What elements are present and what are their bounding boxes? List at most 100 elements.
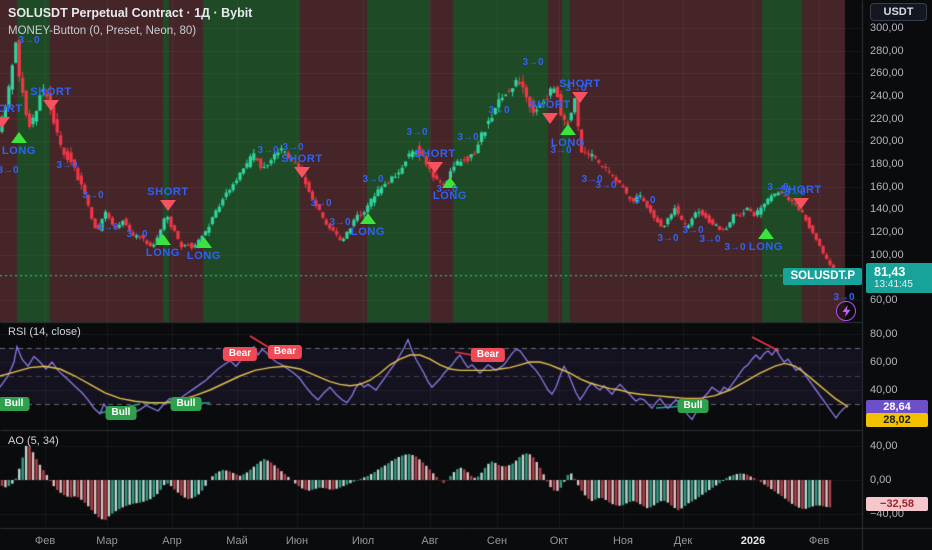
chart-legend: SOLUSDT Perpetual Contract · 1Д · Bybit … (8, 5, 252, 39)
short-signal-icon (294, 167, 310, 178)
rsi-value-tag: 28,64 (866, 400, 928, 414)
long-signal-label: LONG (350, 226, 386, 238)
state-transition-label: 3→0 (0, 165, 19, 176)
state-transition-label: 3→0 (329, 217, 351, 228)
state-transition-label: 3→0 (82, 190, 104, 201)
state-transition-label: 3→0 (310, 198, 332, 209)
state-transition-label: 3→0 (282, 142, 304, 153)
state-transition-label: 3→0 (97, 222, 119, 233)
instant-trade-icon[interactable] (836, 301, 856, 321)
long-signal-icon (560, 124, 576, 135)
state-transition-label: 3→0 (550, 145, 572, 156)
state-transition-label: 3→0 (488, 105, 510, 116)
state-transition-label: 3→0 (784, 187, 806, 198)
chart-title[interactable]: SOLUSDT Perpetual Contract · 1Д · Bybit (8, 5, 252, 22)
long-signal-icon (196, 237, 212, 248)
short-signal-label: SHORT (147, 186, 189, 198)
time-axis-label: Май (226, 535, 248, 547)
price-tick: 240,00 (870, 89, 904, 102)
rsi-tick: 40,00 (870, 384, 898, 396)
indicator-legend[interactable]: MONEY-Button (0, Preset, Neon, 80) (8, 24, 252, 40)
time-axis-label: Июл (351, 535, 375, 547)
long-signal-label: LONG (145, 247, 181, 259)
time-axis-label: Дек (673, 535, 693, 547)
rsi-bull-tag: Bull (677, 399, 709, 413)
rsi-bull-tag: Bull (170, 397, 202, 411)
price-tick: 280,00 (870, 44, 904, 57)
ao-tick: 0,00 (870, 474, 892, 486)
long-signal-icon (11, 132, 27, 143)
state-transition-label: 3→0 (436, 184, 458, 195)
time-axis-label: Мар (96, 535, 118, 547)
currency-button[interactable]: USDT (870, 3, 927, 21)
price-tick: 140,00 (870, 203, 904, 216)
time-axis-label: Фев (34, 535, 56, 547)
state-transition-label: 3→0 (56, 160, 78, 171)
trading-chart-app: SOLUSDT Perpetual Contract · 1Д · Bybit … (0, 0, 932, 550)
price-tick: 120,00 (870, 225, 904, 238)
state-transition-label: 3→0 (724, 242, 746, 253)
state-transition-label: 3→0 (406, 127, 428, 138)
rsi-bull-tag: Bull (0, 397, 30, 411)
state-transition-label: 3→0 (257, 145, 279, 156)
short-signal-label: SHORT (529, 99, 571, 111)
time-axis-label: Июн (285, 535, 309, 547)
state-transition-label: 3→0 (634, 195, 656, 206)
long-signal-icon (360, 213, 376, 224)
price-tick: 100,00 (870, 248, 904, 261)
rsi-bear-tag: Bear (267, 345, 303, 359)
lightning-bolt-icon (842, 305, 850, 317)
state-transition-label: 3→0 (457, 132, 479, 143)
state-transition-label: 3→0 (126, 229, 148, 240)
state-transition-label: 3→0 (595, 180, 617, 191)
long-signal-label: LONG (748, 241, 784, 253)
long-signal-label: LONG (1, 145, 37, 157)
state-transition-label: 3→0 (362, 174, 384, 185)
current-price-value: 81,43 (874, 265, 906, 279)
rsi-bear-tag: Bear (470, 348, 506, 362)
rsi-tick: 60,00 (870, 356, 898, 368)
state-transition-label: 3→0 (565, 83, 587, 94)
price-tick: 60,00 (870, 293, 898, 306)
price-tick: 220,00 (870, 112, 904, 125)
time-axis-label: Апр (162, 535, 182, 547)
current-price-tag: 81,43 13:41:45 (866, 263, 932, 293)
short-signal-label: SHORT (414, 148, 456, 160)
price-tick: 180,00 (870, 157, 904, 170)
rsi-bull-tag: Bull (105, 406, 137, 420)
state-transition-label: 3→0 (522, 57, 544, 68)
long-signal-label: LONG (186, 250, 222, 262)
rsi-panel-label[interactable]: RSI (14, close) (8, 326, 81, 338)
state-transition-label: 3→0 (657, 233, 679, 244)
symbol-price-tag: SOLUSDT.P (783, 268, 862, 285)
short-signal-icon (427, 162, 443, 173)
ao-tick: 40,00 (870, 440, 898, 453)
time-axis-label: Сен (486, 535, 508, 547)
ao-value-tag: −32,58 (866, 497, 928, 511)
state-transition-label: 3→0 (699, 234, 721, 245)
short-signal-icon (793, 198, 809, 209)
long-signal-icon (758, 228, 774, 239)
rsi-bear-tag: Bear (222, 347, 258, 361)
price-tick: 260,00 (870, 67, 904, 80)
countdown-timer: 13:41:45 (874, 279, 913, 291)
price-tick: 300,00 (870, 22, 904, 34)
time-axis-label: Окт (549, 535, 569, 547)
time-axis-label: Фев (808, 535, 830, 547)
short-signal-label: SHORT (281, 153, 323, 165)
long-signal-icon (155, 234, 171, 245)
short-signal-label: SHORT (0, 103, 23, 115)
short-signal-icon (0, 117, 10, 128)
rsi-tick: 80,00 (870, 328, 898, 340)
time-axis-label: Ноя (612, 535, 634, 547)
short-signal-icon (160, 200, 176, 211)
time-axis-label: 2026 (740, 535, 766, 547)
ao-panel-label[interactable]: AO (5, 34) (8, 435, 59, 447)
price-tick: 200,00 (870, 135, 904, 148)
rsi-ma-value-tag: 28,02 (866, 413, 928, 427)
price-tick: 160,00 (870, 180, 904, 193)
time-axis-label: Авг (421, 535, 439, 547)
short-signal-icon (43, 100, 59, 111)
short-signal-label: SHORT (30, 86, 72, 98)
state-transition-label: 3→0 (18, 35, 40, 46)
